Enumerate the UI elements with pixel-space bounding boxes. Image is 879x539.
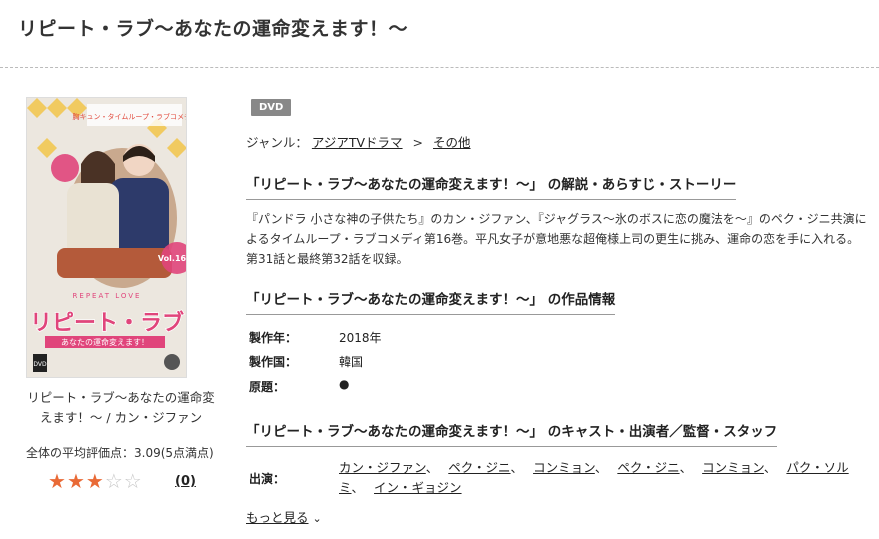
review-count-link[interactable]: (0) — [175, 474, 196, 489]
svg-text:Vol.16: Vol.16 — [158, 254, 187, 263]
breadcrumb-separator: > — [412, 135, 424, 150]
cast-link[interactable]: コンミョン — [533, 460, 595, 475]
header-divider — [0, 67, 879, 68]
cast-link[interactable]: コンミョン — [702, 460, 764, 475]
info-value-country: 韓国 — [339, 355, 364, 369]
genre-breadcrumb: ジャンル： アジアTVドラマ > その他 — [246, 132, 471, 151]
show-more-link[interactable]: もっと見る ⌄ — [246, 507, 322, 526]
show-more-label: もっと見る — [246, 510, 309, 525]
cast-separator: 、 — [679, 460, 693, 475]
average-rating-label: 全体の平均評価点：3.09(5点満点) — [26, 446, 214, 460]
genre-link-asian-tv-drama[interactable]: アジアTVドラマ — [312, 135, 403, 150]
svg-text:REPEAT LOVE: REPEAT LOVE — [73, 292, 142, 300]
star-icon-filled: ★ — [85, 469, 105, 493]
cast-separator: 、 — [425, 460, 439, 475]
svg-text:DVD: DVD — [33, 361, 47, 368]
cast-link[interactable]: ペク・ジニ — [448, 460, 510, 475]
star-icon-empty: ☆ — [123, 469, 143, 493]
cast-heading: 「リピート・ラブ～あなたの運命変えます！～」 のキャスト・出演者／監督・スタッフ — [246, 420, 778, 447]
cast-separator: 、 — [351, 480, 365, 495]
genre-link-other[interactable]: その他 — [433, 135, 471, 150]
star-icon-filled: ★ — [48, 469, 67, 493]
cover-caption: リピート・ラブ～あなたの運命変えます！～ / カン・ジファン — [27, 390, 215, 425]
cast-link[interactable]: イン・ギョジン — [374, 480, 462, 495]
dvd-badge: DVD — [251, 99, 292, 116]
info-label-country: 製作国： — [249, 355, 298, 369]
dvd-cover-image[interactable]: 胸キュン・タイムループ・ラブコメディ Vol.16 REPEAT LOVE リピ… — [26, 97, 187, 378]
cast-link[interactable]: ペク・ジニ — [617, 460, 679, 475]
info-value-year: 2018年 — [339, 331, 382, 345]
cast-separator: 、 — [763, 460, 777, 475]
svg-text:リピート・ラブ: リピート・ラブ — [30, 310, 184, 336]
page-title: リピート・ラブ～あなたの運命変えます！～ — [18, 18, 409, 40]
chevron-down-icon: ⌄ — [312, 512, 322, 525]
star-icon-empty: ☆ — [104, 469, 124, 493]
story-heading: 「リピート・ラブ～あなたの運命変えます！～」 の解説・あらすじ・ストーリー — [246, 173, 737, 200]
cast-separator: 、 — [510, 460, 524, 475]
cast-link[interactable]: カン・ジファン — [339, 460, 426, 475]
info-label-year: 製作年： — [249, 331, 298, 345]
synopsis-text: 『パンドラ 小さな神の子供たち』のカン・ジファン、『ジャグラス～氷のボスに恋の魔… — [246, 212, 867, 266]
cast-label: 出演： — [249, 472, 286, 486]
genre-label: ジャンル： — [246, 135, 308, 150]
cast-list: カン・ジファン、 ペク・ジニ、 コンミョン、 ペク・ジニ、 コンミョン、 パク・ソルミ、イ… — [339, 458, 859, 498]
info-value-original-title: ● — [339, 377, 350, 391]
info-heading: 「リピート・ラブ～あなたの運命変えます！～」 の作品情報 — [246, 288, 616, 315]
info-label-original-title: 原題： — [249, 380, 286, 394]
star-rating[interactable]: ★★★☆☆ — [48, 470, 143, 492]
cast-separator: 、 — [594, 460, 608, 475]
star-icon-filled: ★ — [66, 469, 86, 493]
svg-text:あなたの運命変えます！: あなたの運命変えます！ — [61, 337, 149, 347]
svg-text:胸キュン・タイムループ・ラブコメディ: 胸キュン・タイムループ・ラブコメディ — [73, 112, 187, 121]
